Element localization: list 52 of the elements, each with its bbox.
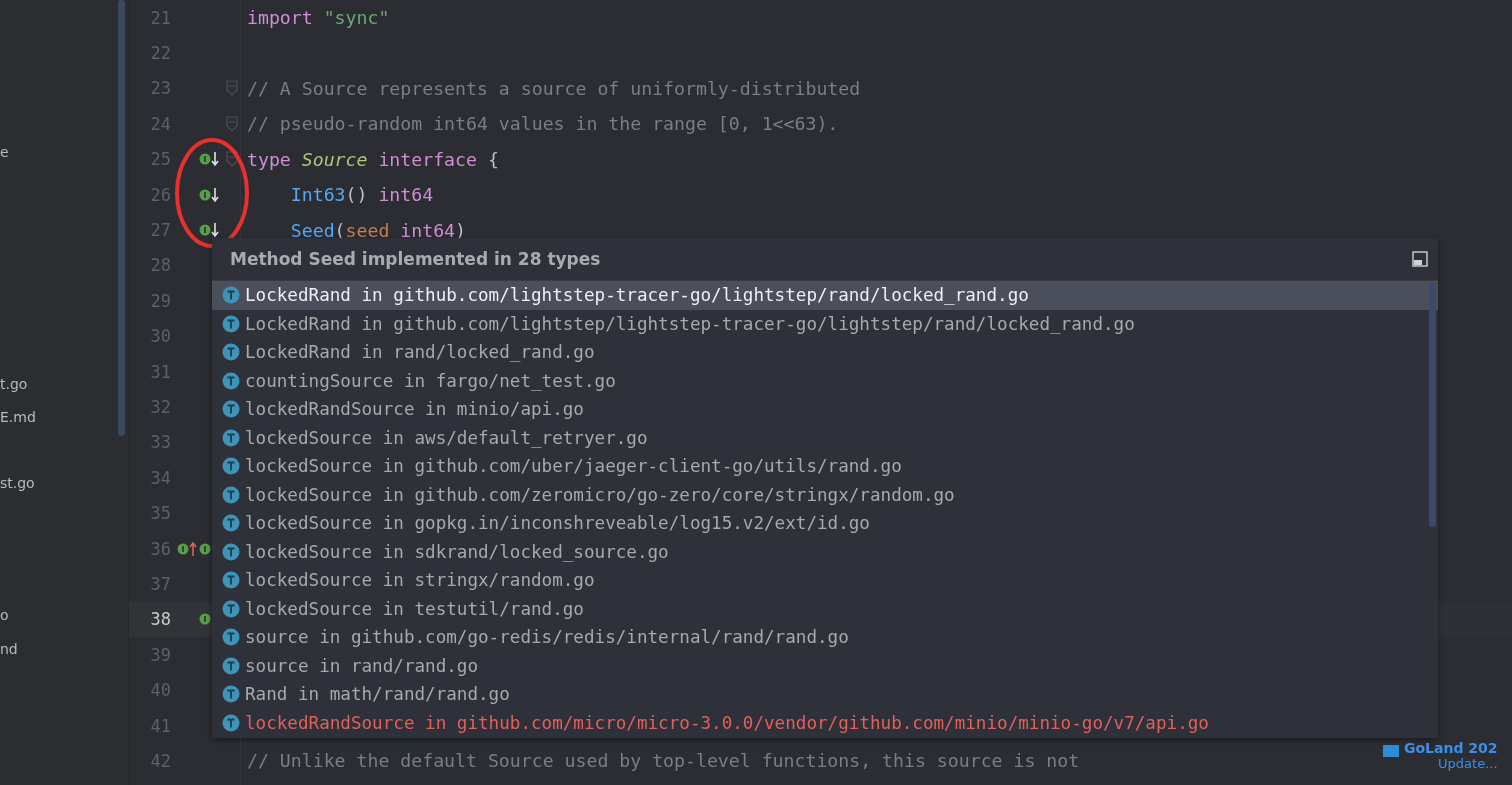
code-line: import "sync" bbox=[247, 7, 390, 29]
file-item[interactable]: e bbox=[0, 143, 9, 161]
code-line: Int63() int64 bbox=[289, 184, 434, 206]
implementation-item[interactable]: LockedRand in github.com/lightstep-tracer-go/lightstep/rand/locked_rand.go bbox=[212, 281, 1438, 310]
code-line: // pseudo-random int64 values in the range [0, 1<<63). bbox=[247, 113, 839, 135]
line-number: 38 bbox=[149, 609, 171, 630]
type-icon bbox=[222, 656, 240, 675]
type-icon bbox=[222, 685, 240, 704]
popup-title: Method Seed implemented in 28 types bbox=[230, 249, 601, 269]
file-item[interactable]: E.md bbox=[0, 407, 36, 426]
pin-icon[interactable] bbox=[1412, 251, 1428, 267]
type-icon bbox=[222, 371, 240, 390]
implementation-item[interactable]: lockedSource in sdkrand/locked_source.go bbox=[212, 537, 1438, 566]
type-icon bbox=[222, 599, 240, 618]
type-icon bbox=[222, 485, 240, 504]
type-icon bbox=[222, 571, 240, 590]
type-icon bbox=[222, 514, 240, 533]
file-item[interactable]: t.go bbox=[0, 374, 28, 393]
type-icon bbox=[222, 343, 240, 362]
implementation-item[interactable]: Rand in math/rand/rand.go bbox=[212, 680, 1438, 709]
code-line: type Source interface { bbox=[247, 148, 499, 170]
implementation-item[interactable]: lockedSource in aws/default_retryer.go bbox=[212, 423, 1438, 452]
file-item[interactable]: nd bbox=[0, 639, 18, 658]
implementation-item[interactable]: LockedRand in github.com/lightstep/lightstep-tracer-go/lightstep/rand/locked_rand.go bbox=[212, 309, 1438, 338]
implementation-item[interactable]: source in github.com/go-redis/redis/internal/rand/rand.go bbox=[212, 623, 1438, 652]
code-line: // A Source represents a source of uniformly-distributed bbox=[247, 77, 861, 99]
notification-title: GoLand 202 bbox=[1404, 740, 1498, 756]
code-line: // Unlike the default Source used by top-level functions, this source is not bbox=[247, 750, 1080, 772]
fold-icon[interactable] bbox=[225, 150, 239, 169]
implementation-item[interactable]: lockedSource in stringx/random.go bbox=[212, 566, 1438, 595]
type-icon bbox=[222, 286, 240, 305]
file-item[interactable]: st.go bbox=[0, 474, 35, 492]
implementation-item[interactable]: LockedRand in rand/locked_rand.go bbox=[212, 338, 1438, 367]
type-icon bbox=[222, 542, 240, 561]
update-link[interactable]: Update... bbox=[1438, 756, 1498, 771]
type-icon bbox=[222, 457, 240, 476]
file-item[interactable]: o bbox=[0, 606, 9, 625]
implementation-item[interactable]: lockedSource in github.com/uber/jaeger-client-go/utils/rand.go bbox=[212, 452, 1438, 481]
type-icon bbox=[222, 400, 240, 419]
scrollbar[interactable] bbox=[1429, 283, 1436, 527]
implementation-item[interactable]: lockedSource in testutil/rand.go bbox=[212, 594, 1438, 623]
implementation-item[interactable]: lockedRandSource in minio/api.go bbox=[212, 395, 1438, 424]
scrollbar[interactable] bbox=[118, 0, 125, 436]
implementation-item[interactable]: source in rand/rand.go bbox=[212, 651, 1438, 680]
implementation-item[interactable]: lockedSource in gopkg.in/inconshreveable/log15.v2/ext/id.go bbox=[212, 509, 1438, 538]
implementation-item[interactable]: lockedRandSource in github.com/micro/micro-3.0.0/vendor/github.com/minio/minio-go/v7/api.go bbox=[212, 708, 1438, 737]
implementation-item[interactable]: countingSource in fargo/net_test.go bbox=[212, 366, 1438, 395]
type-icon bbox=[222, 713, 240, 732]
type-icon bbox=[222, 428, 240, 447]
type-icon bbox=[222, 314, 240, 333]
implementation-item[interactable]: lockedSource in github.com/zeromicro/go-zero/core/stringx/random.go bbox=[212, 480, 1438, 509]
type-icon bbox=[222, 628, 240, 647]
